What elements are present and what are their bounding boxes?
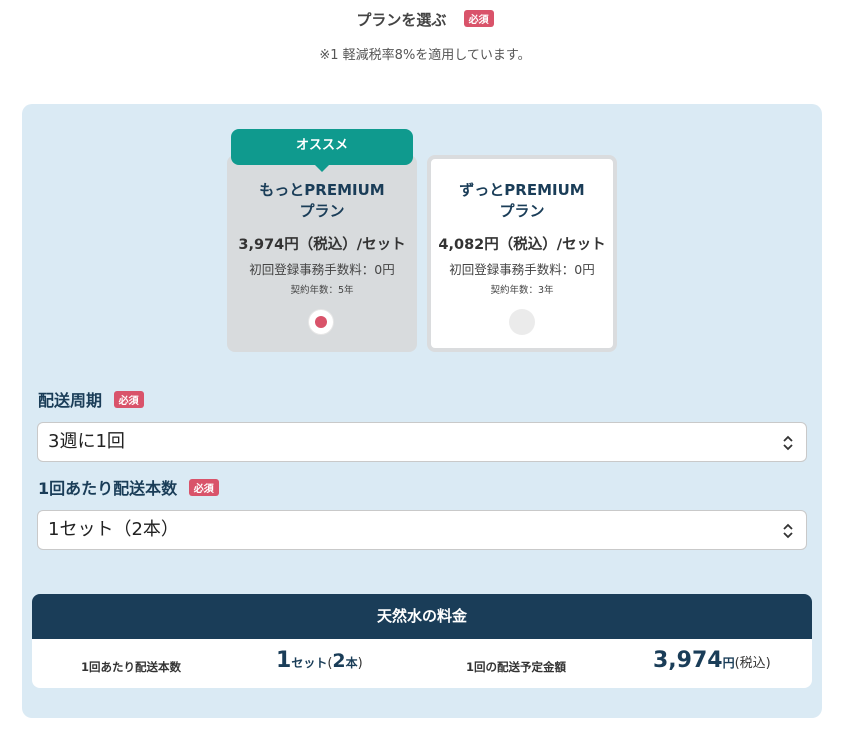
plan-term: 契約年数：3年	[490, 285, 554, 296]
plan-name: ずっとPREMIUM プラン	[427, 180, 617, 222]
amount-unit: 円	[722, 656, 735, 670]
price-summary: 1回あたり配送本数 1セット(2本) 1回の配送予定金額 3,974円(税込)	[32, 639, 812, 688]
required-badge: 必須	[188, 479, 219, 496]
plan-price: 3,974円（税込）/セット	[238, 237, 406, 253]
radio-dot	[315, 316, 327, 328]
recommend-tag: オススメ	[231, 129, 413, 172]
plan-fee: 初回登録事務手数料：0円	[249, 262, 395, 277]
required-badge: 必須	[463, 10, 494, 27]
qty-unit: セット	[291, 656, 328, 670]
delivery-cycle-label: 配送周期 必須	[38, 387, 144, 411]
plan-radio-unselected[interactable]	[509, 309, 535, 335]
plan-price: 4,082円（税込）/セット	[438, 237, 606, 253]
delivery-quantity-label-text: 1回あたり配送本数	[38, 479, 178, 498]
plan-fee: 初回登録事務手数料：0円	[449, 262, 595, 277]
delivery-quantity-label: 1回あたり配送本数 必須	[38, 475, 219, 499]
delivery-cycle-value: 3週に1回	[48, 431, 125, 452]
qty-value: 1セット(2本)	[276, 648, 363, 673]
qty-num: 1	[276, 648, 292, 673]
delivery-quantity-select[interactable]: 1セット（2本）	[37, 510, 807, 550]
page-title-text: プランを選ぶ	[356, 11, 447, 29]
select-chevron-icon	[783, 435, 793, 451]
select-chevron-icon	[783, 523, 793, 539]
plan-name: もっとPREMIUM プラン	[227, 180, 417, 222]
delivery-cycle-select[interactable]: 3週に1回	[37, 422, 807, 462]
qty-label: 1回あたり配送本数	[81, 660, 182, 674]
price-summary-title: 天然水の料金	[32, 594, 812, 639]
qty-bottles: 2	[332, 650, 346, 672]
page-title: プランを選ぶ 必須	[0, 9, 850, 30]
plan-name-line2: プラン	[299, 202, 345, 220]
delivery-cycle-label-text: 配送周期	[38, 391, 103, 410]
qty-bottles-unit: 本	[345, 656, 358, 670]
delivery-quantity-value: 1セット（2本）	[48, 519, 179, 540]
plan-name-line1: もっとPREMIUM	[259, 181, 385, 199]
amount-label: 1回の配送予定金額	[466, 660, 567, 674]
amount-number: 3,974	[653, 648, 723, 673]
plan-term: 契約年数：5年	[290, 285, 354, 296]
required-badge: 必須	[113, 391, 144, 408]
plan-name-line1: ずっとPREMIUM	[459, 181, 585, 199]
amount-value: 3,974円(税込)	[653, 648, 771, 673]
amount-tax: (税込)	[734, 656, 771, 671]
plan-radio-selected[interactable]	[308, 309, 334, 335]
qty-paren-close: )	[357, 656, 363, 671]
tax-note: ※1 軽減税率8%を適用しています。	[319, 48, 531, 63]
plan-name-line2: プラン	[499, 202, 545, 220]
